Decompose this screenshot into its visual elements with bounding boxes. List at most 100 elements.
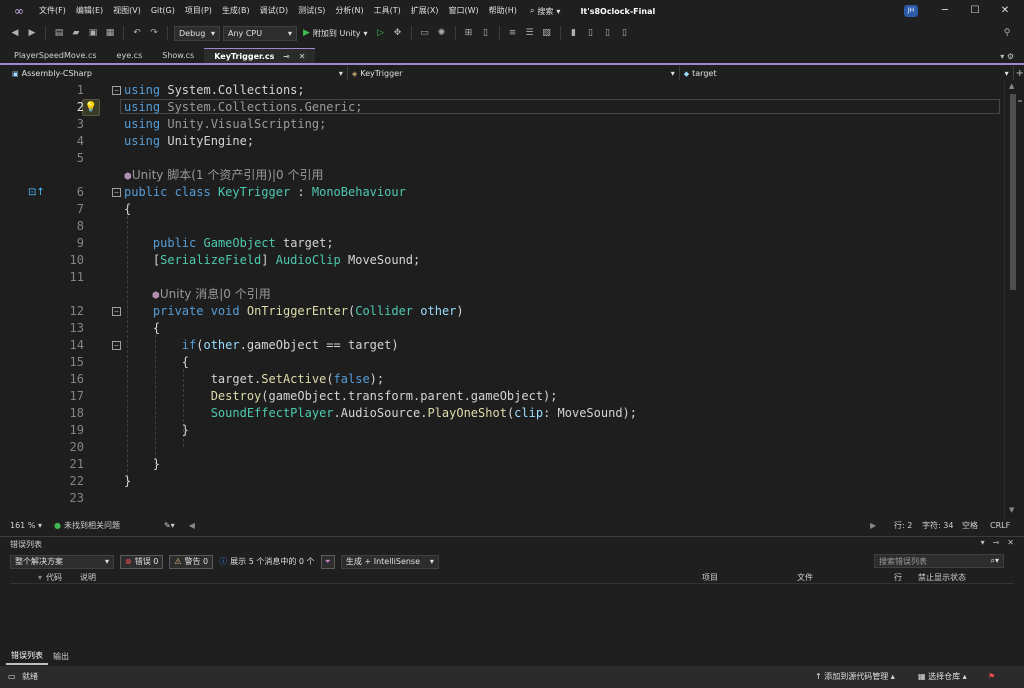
errors-filter-button[interactable]: ⊗ 错误 0 — [120, 554, 164, 569]
notifications-icon[interactable]: ⚑ — [988, 666, 995, 688]
menu-help[interactable]: 帮助(H) — [484, 0, 522, 22]
platform-select[interactable]: Any CPU ▾ — [223, 25, 297, 41]
menu-build[interactable]: 生成(B) — [217, 0, 255, 22]
maximize-button[interactable]: ☐ — [960, 0, 990, 22]
close-icon[interactable]: ✕ — [1007, 538, 1014, 547]
tab-eye[interactable]: eye.cs — [107, 48, 153, 63]
scrollbar-thumb[interactable] — [1010, 94, 1016, 290]
column-file[interactable]: 文件 — [797, 572, 813, 584]
line-indicator[interactable]: 行: 2 — [894, 520, 912, 531]
menu-file[interactable]: 文件(F) — [34, 0, 71, 22]
menu-tools[interactable]: 工具(T) — [369, 0, 406, 22]
feedback-icon[interactable]: ⚲ — [1000, 26, 1014, 40]
scroll-up-icon[interactable]: ▲ — [1009, 82, 1014, 90]
code-editor[interactable]: 💡 1 − using System.Collections; 2 using … — [0, 80, 1004, 518]
visual-studio-logo-icon[interactable]: ∞ — [8, 0, 30, 22]
forward-icon[interactable]: ▶ — [25, 26, 39, 40]
minimize-button[interactable]: ─ — [930, 0, 960, 22]
tab-show[interactable]: Show.cs — [152, 48, 204, 63]
code-line: ⊡↑ 6 − public class KeyTrigger : MonoBeh… — [0, 184, 1004, 201]
column-project[interactable]: 项目 — [702, 572, 718, 584]
menu-edit[interactable]: 编辑(E) — [71, 0, 108, 22]
menu-test[interactable]: 测试(S) — [293, 0, 330, 22]
member-select[interactable]: ◆ target ▾ — [680, 66, 1014, 80]
menu-project[interactable]: 项目(P) — [180, 0, 217, 22]
errors-count: 错误 0 — [134, 557, 159, 566]
indent-indicator[interactable]: 空格 — [962, 520, 978, 531]
column-suppression[interactable]: 禁止显示状态 — [918, 572, 966, 584]
unity-icon[interactable]: ✺ — [435, 26, 449, 40]
search-button[interactable]: ⌕ 搜索 ▾ — [530, 6, 561, 17]
scroll-left-icon[interactable]: ◀ — [189, 521, 195, 530]
next-bookmark-icon[interactable]: ▯ — [601, 26, 615, 40]
open-folder-icon[interactable]: ▰ — [69, 26, 83, 40]
pin-icon[interactable]: ⊸ — [993, 538, 1000, 547]
select-repository-button[interactable]: ▦ 选择仓库 ▴ — [918, 666, 967, 688]
avatar[interactable]: JH — [904, 5, 918, 17]
type-select[interactable]: ◈ KeyTrigger ▾ — [348, 66, 680, 80]
attach-unity-button[interactable]: ▶ 附加到 Unity ▾ — [300, 28, 371, 39]
warnings-filter-button[interactable]: ⚠ 警告 0 — [169, 554, 214, 569]
collapse-icon[interactable]: − — [112, 86, 121, 95]
hot-reload-icon[interactable]: ✥ — [391, 26, 405, 40]
undo-icon[interactable]: ↶ — [130, 26, 144, 40]
add-to-source-control-button[interactable]: ↑ 添加到源代码管理 ▴ — [815, 666, 895, 688]
scroll-down-icon[interactable]: ▼ — [1009, 506, 1014, 514]
menu-git[interactable]: Git(G) — [146, 0, 180, 22]
eol-indicator[interactable]: CRLF — [990, 521, 1010, 530]
chevron-down-icon: ▾ — [670, 68, 675, 78]
messages-filter-button[interactable]: ⓘ 展示 5 个消息中的 0 个 — [219, 556, 314, 567]
indent-icon[interactable]: ≡ — [506, 26, 520, 40]
char-indicator[interactable]: 字符: 34 — [922, 520, 953, 531]
comment-icon[interactable]: ▧ — [540, 26, 554, 40]
panel-menu-icon[interactable]: ▾ — [981, 538, 985, 547]
tab-keytrigger[interactable]: KeyTrigger.cs ⊸ ✕ — [204, 48, 316, 63]
collapse-icon[interactable]: − — [112, 307, 121, 316]
build-filter-select[interactable]: 生成 + IntelliSense ▾ — [340, 554, 439, 569]
editor-scrollbar[interactable]: ▲ ▼ — [1004, 80, 1024, 518]
back-icon[interactable]: ◀ — [8, 26, 22, 40]
clear-bookmark-icon[interactable]: ▯ — [618, 26, 632, 40]
tab-overflow-icon[interactable]: ▾ ⚙ — [1000, 52, 1014, 61]
menu-debug[interactable]: 调试(D) — [255, 0, 293, 22]
breakpoint-icon[interactable]: ⊞ — [462, 26, 476, 40]
split-editor-icon[interactable]: + — [1016, 68, 1024, 79]
brush-icon[interactable]: ✎▾ — [164, 521, 175, 530]
bookmark-icon[interactable]: ▮ — [567, 26, 581, 40]
scroll-right-icon[interactable]: ▶ — [870, 521, 876, 530]
error-search-input[interactable]: 搜索错误列表 ⌕▾ — [874, 554, 1004, 568]
project-select[interactable]: ▣ Assembly-CSharp ▾ — [8, 66, 348, 80]
scope-select[interactable]: 整个解决方案 ▾ — [10, 554, 114, 569]
filter-button[interactable]: ⏷ — [320, 554, 335, 569]
configuration-select[interactable]: Debug ▾ — [174, 25, 220, 41]
document-icon[interactable]: ▯ — [479, 26, 493, 40]
close-button[interactable]: ✕ — [990, 0, 1020, 22]
close-tab-icon[interactable]: ✕ — [299, 52, 306, 61]
prev-bookmark-icon[interactable]: ▯ — [584, 26, 598, 40]
tab-error-list[interactable]: 错误列表 — [6, 649, 48, 665]
menu-window[interactable]: 窗口(W) — [444, 0, 484, 22]
line-number: 15 — [69, 355, 84, 369]
unity-bookmark-icon[interactable]: ⊡↑ — [28, 184, 45, 201]
layout-icon[interactable]: ▭ — [418, 26, 432, 40]
issues-status[interactable]: 未找到相关问题 — [64, 520, 120, 531]
start-without-debug-icon[interactable]: ▷ — [374, 26, 388, 40]
redo-icon[interactable]: ↷ — [147, 26, 161, 40]
tab-output[interactable]: 输出 — [48, 650, 74, 664]
tab-playerspeedmove[interactable]: PlayerSpeedMove.cs — [4, 48, 107, 63]
collapse-icon[interactable]: − — [112, 188, 121, 197]
outdent-icon[interactable]: ☰ — [523, 26, 537, 40]
pin-icon[interactable]: ⊸ — [283, 52, 290, 61]
new-project-icon[interactable]: ▤ — [52, 26, 66, 40]
menu-extensions[interactable]: 扩展(X) — [406, 0, 444, 22]
menu-view[interactable]: 视图(V) — [108, 0, 146, 22]
unity-message-icon: ⬢ — [152, 291, 160, 301]
save-all-icon[interactable]: ▦ — [103, 26, 117, 40]
column-code[interactable]: ▾ 代码 — [38, 572, 62, 584]
column-line[interactable]: 行 — [894, 572, 902, 584]
zoom-select[interactable]: 161 % ▾ — [10, 521, 42, 530]
save-icon[interactable]: ▣ — [86, 26, 100, 40]
column-description[interactable]: 说明 — [80, 572, 96, 584]
collapse-icon[interactable]: − — [112, 341, 121, 350]
menu-analyze[interactable]: 分析(N) — [330, 0, 368, 22]
